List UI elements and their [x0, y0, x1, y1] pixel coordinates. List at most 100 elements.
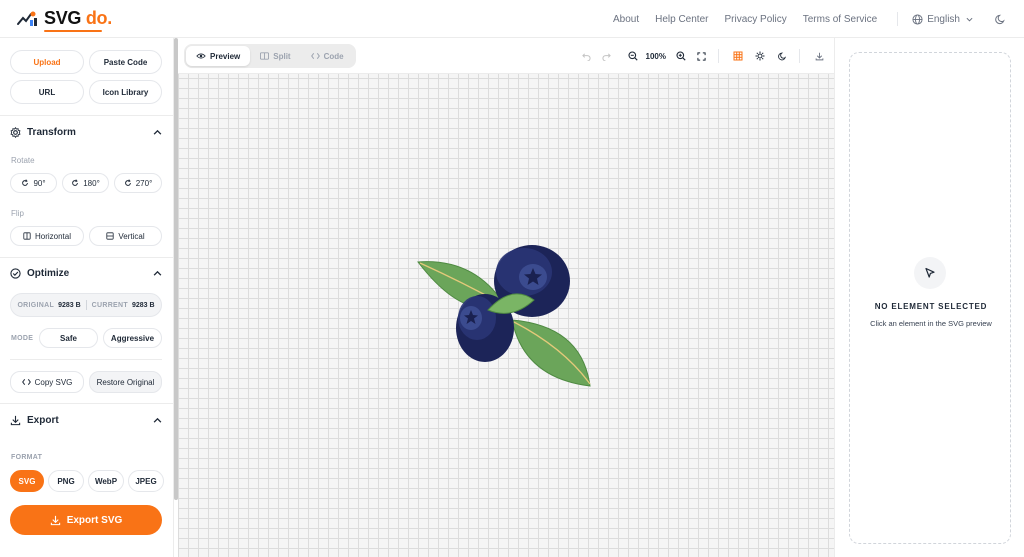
cursor-icon [925, 267, 935, 278]
transform-section-header[interactable]: Transform [10, 127, 162, 138]
grid-toggle-button[interactable] [729, 47, 747, 65]
divider [0, 403, 173, 404]
mode-label: MODE [11, 335, 34, 342]
globe-icon [912, 13, 923, 25]
undo-icon [582, 52, 591, 61]
icon-library-button[interactable]: Icon Library [89, 80, 162, 104]
nav-link-help-center[interactable]: Help Center [655, 14, 708, 25]
rotate-270-button[interactable]: 270° [114, 173, 162, 193]
restore-original-button[interactable]: Restore Original [89, 371, 162, 393]
sun-icon [755, 51, 765, 61]
export-svg-button[interactable]: Export SVG [10, 505, 162, 535]
logo-mark-icon [17, 11, 37, 26]
preview-toolbar: Preview Split Code 100% [178, 38, 834, 74]
inspector-panel: NO ELEMENT SELECTED Click an element in … [834, 38, 1024, 557]
zoom-out-button[interactable] [624, 47, 642, 65]
current-size-value: 9283 B [131, 301, 155, 309]
copy-svg-label: Copy SVG [34, 377, 73, 387]
chevron-down-icon [966, 17, 973, 22]
app-header: SVG do. About Help Center Privacy Policy… [0, 0, 1024, 38]
logo-name-accent: do. [85, 8, 112, 28]
gear-icon [10, 127, 21, 138]
redo-button[interactable] [598, 47, 616, 65]
cursor-icon-badge [914, 257, 946, 289]
rotate-options: 90° 180° 270° [10, 173, 162, 193]
tab-preview[interactable]: Preview [186, 46, 251, 66]
flip-options: Horizontal Vertical [10, 226, 162, 246]
divider [10, 359, 162, 360]
format-webp-button[interactable]: WebP [88, 470, 124, 492]
download-button[interactable] [810, 47, 828, 65]
right-leaf[interactable] [511, 319, 591, 387]
url-button[interactable]: URL [10, 80, 84, 104]
optimize-section-header[interactable]: Optimize [10, 268, 162, 279]
format-label: FORMAT [11, 454, 43, 461]
no-selection-title: NO ELEMENT SELECTED [874, 302, 988, 311]
view-tabs: Preview Split Code [184, 44, 356, 68]
format-jpeg-button[interactable]: JPEG [128, 470, 164, 492]
zoom-in-button[interactable] [672, 47, 690, 65]
copy-svg-button[interactable]: Copy SVG [10, 371, 84, 393]
nav-link-privacy-policy[interactable]: Privacy Policy [724, 14, 786, 25]
grid-icon [733, 51, 743, 61]
flip-vertical-button[interactable]: Vertical [89, 226, 162, 246]
rotate-90-label: 90° [33, 178, 46, 188]
optimize-title: Optimize [27, 268, 70, 279]
export-section-header[interactable]: Export [10, 415, 162, 426]
no-selection-description: Click an element in the SVG preview [870, 319, 992, 328]
tool-divider [799, 49, 800, 63]
logo-text: SVG do. [44, 8, 112, 32]
moon-icon [995, 14, 1005, 24]
rotate-180-label: 180° [83, 178, 100, 188]
canvas-tools: 100% [576, 38, 828, 74]
format-png-button[interactable]: PNG [48, 470, 84, 492]
split-icon [260, 52, 270, 60]
zoom-out-icon [627, 51, 638, 61]
rotate-cw-icon [72, 179, 79, 186]
original-size-value: 9283 B [58, 301, 81, 309]
nav-divider [897, 12, 899, 26]
logo[interactable]: SVG do. [16, 8, 112, 32]
download-icon [815, 52, 823, 60]
upload-button[interactable]: Upload [10, 50, 84, 74]
dark-background-button[interactable] [773, 47, 791, 65]
size-stats: ORIGINAL 9283 B CURRENT 9283 B [10, 293, 162, 317]
flip-label: Flip [11, 209, 24, 218]
format-svg-button[interactable]: SVG [10, 470, 44, 492]
mode-aggressive-button[interactable]: Aggressive [103, 328, 162, 348]
chevron-up-icon [153, 270, 162, 276]
undo-button[interactable] [578, 47, 596, 65]
chevron-up-icon [153, 417, 162, 423]
eye-icon [196, 53, 206, 59]
flip-vertical-icon [106, 232, 114, 240]
redo-icon [602, 52, 611, 61]
flip-horizontal-button[interactable]: Horizontal [10, 226, 84, 246]
zoom-level: 100% [645, 51, 666, 61]
flip-horizontal-icon [23, 232, 31, 240]
light-background-button[interactable] [751, 47, 769, 65]
theme-toggle-button[interactable] [995, 14, 1006, 25]
tab-code[interactable]: Code [301, 46, 354, 66]
mode-safe-button[interactable]: Safe [39, 328, 98, 348]
language-selector[interactable]: English [912, 14, 977, 25]
nav-link-about[interactable]: About [613, 14, 639, 25]
expand-icon [696, 51, 706, 61]
moon-icon [777, 52, 786, 60]
rotate-90-button[interactable]: 90° [10, 173, 57, 193]
source-row-2: URL Icon Library [10, 80, 162, 104]
nav-link-terms-of-service[interactable]: Terms of Service [803, 14, 877, 25]
rotate-label: Rotate [11, 156, 35, 165]
download-icon [50, 515, 60, 525]
current-size-label: CURRENT [91, 301, 128, 309]
tab-split[interactable]: Split [250, 46, 300, 66]
logo-name-main: SVG [44, 8, 82, 28]
fit-screen-button[interactable] [692, 47, 710, 65]
tool-divider [718, 49, 719, 63]
format-options: SVG PNG WebP JPEG [10, 470, 164, 492]
language-label: English [927, 13, 960, 25]
paste-code-button[interactable]: Paste Code [89, 50, 162, 74]
rotate-270-label: 270° [135, 178, 153, 188]
original-size-label: ORIGINAL [17, 301, 55, 309]
rotate-180-button[interactable]: 180° [62, 173, 109, 193]
svg-preview-artwork[interactable] [404, 238, 602, 394]
